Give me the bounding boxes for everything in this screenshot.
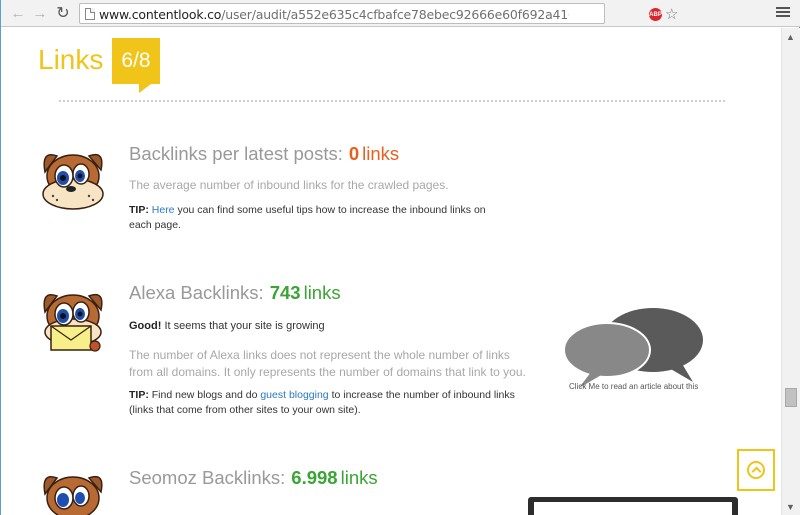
metric-value: 0 xyxy=(348,143,360,164)
scroll-down-arrow-icon[interactable]: ▼ xyxy=(786,502,795,512)
tip-text: you can find some useful tips how to inc… xyxy=(129,204,486,231)
speech-bubbles-icon[interactable] xyxy=(561,300,711,390)
metric-value: 6.998 xyxy=(291,467,338,488)
tip-label: TIP: xyxy=(129,204,149,216)
page-content: Links 6/8 Backlinks per latest posts: 0 … xyxy=(1,28,781,515)
tip-label: TIP: xyxy=(129,389,149,401)
metric-unit: links xyxy=(362,143,400,164)
url-domain: www.contentlook.co xyxy=(99,7,222,22)
section-counter-badge: 6/8 xyxy=(112,38,160,93)
metric-status: Good! It seems that your site is growing xyxy=(129,320,325,332)
chevron-up-icon xyxy=(747,461,765,479)
guest-blogging-link[interactable]: guest blogging xyxy=(260,389,328,401)
metric-heading-backlinks-latest: Backlinks per latest posts: 0 links xyxy=(129,143,399,165)
metric-value: 743 xyxy=(269,282,301,303)
metric-unit: links xyxy=(303,282,341,303)
mascot-letter-icon xyxy=(37,286,109,356)
scroll-up-arrow-icon[interactable]: ▲ xyxy=(786,32,795,42)
metric-label: Backlinks per latest posts: xyxy=(129,143,343,164)
mascot-icon xyxy=(37,146,109,216)
section-title: Links xyxy=(38,44,104,75)
tip-text: Find new blogs and do xyxy=(148,389,261,401)
back-arrow-icon[interactable]: ← xyxy=(9,4,27,22)
page-icon xyxy=(85,8,95,20)
browser-toolbar: ← → ↻ www.contentlook.co/user/audit/a552… xyxy=(1,0,800,27)
reload-icon[interactable]: ↻ xyxy=(54,4,72,22)
scroll-to-top-button[interactable] xyxy=(737,449,775,491)
article-link-caption[interactable]: Click Me to read an article about this xyxy=(569,382,698,391)
tip-here-link[interactable]: Here xyxy=(152,204,175,216)
browser-menu-icon[interactable] xyxy=(776,5,790,21)
metric-description: The average number of inbound links for … xyxy=(129,178,449,192)
metric-heading-seomoz-backlinks: Seomoz Backlinks: 6.998 links xyxy=(129,467,378,489)
adblock-icon[interactable]: ABP xyxy=(649,8,662,21)
metric-tip: TIP: Find new blogs and do guest bloggin… xyxy=(129,388,519,418)
device-image xyxy=(528,497,738,515)
metric-tip: TIP: Here you can find some useful tips … xyxy=(129,203,509,233)
metric-unit: links xyxy=(340,467,378,488)
url-path: /user/audit/a552e635c4cfbafce78ebec92666… xyxy=(221,7,569,22)
metric-label: Seomoz Backlinks: xyxy=(129,467,286,488)
metric-description: The number of Alexa links does not repre… xyxy=(129,348,526,379)
status-text: It seems that your site is growing xyxy=(161,320,325,332)
status-label: Good! xyxy=(129,320,162,332)
scroll-thumb[interactable] xyxy=(785,388,797,407)
url-text[interactable]: www.contentlook.co/user/audit/a552e635c4… xyxy=(99,7,569,22)
forward-arrow-icon[interactable]: → xyxy=(31,4,49,22)
page-scrollbar[interactable]: ▲ ▼ xyxy=(781,28,800,515)
mascot-icon xyxy=(37,468,109,515)
browser-window: ← → ↻ www.contentlook.co/user/audit/a552… xyxy=(0,0,800,515)
dotted-divider xyxy=(59,100,725,102)
metric-heading-alexa-backlinks: Alexa Backlinks: 743 links xyxy=(129,282,341,304)
address-bar[interactable]: www.contentlook.co/user/audit/a552e635c4… xyxy=(79,3,678,24)
metric-label: Alexa Backlinks: xyxy=(129,282,264,303)
bookmark-star-icon[interactable]: ☆ xyxy=(665,5,678,23)
